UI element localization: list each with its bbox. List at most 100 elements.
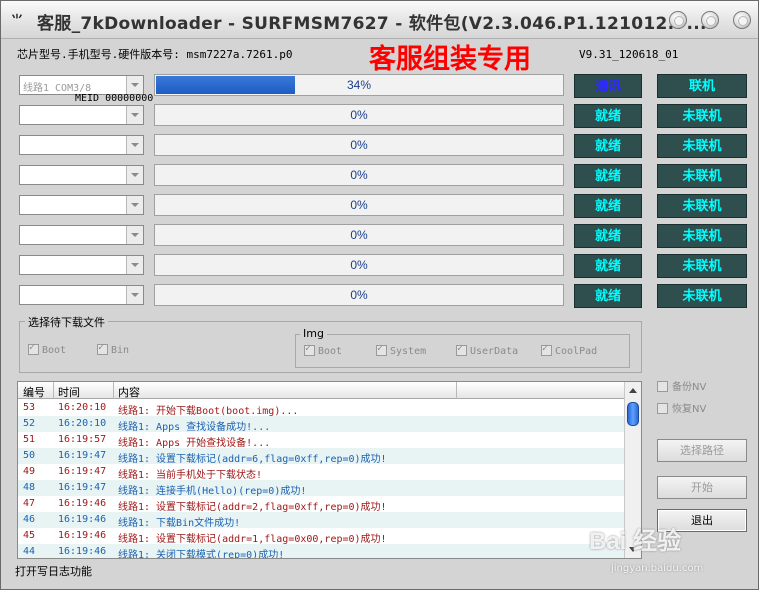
bin-checkbox-label: Bin	[111, 345, 130, 356]
status-button-6[interactable]: 就绪	[574, 224, 642, 248]
img-coolpad-label: CoolPad	[555, 346, 598, 357]
link-button-3[interactable]: 未联机	[657, 134, 747, 158]
link-button-4[interactable]: 未联机	[657, 164, 747, 188]
scroll-thumb[interactable]	[627, 402, 639, 426]
checkbox-icon	[97, 342, 108, 355]
status-button-3[interactable]: 就绪	[574, 134, 642, 158]
img-userdata-checkbox[interactable]: UserData	[456, 343, 518, 357]
log-row[interactable]: 46 16:19:46 线路1: 下载Bin文件成功!	[18, 512, 625, 529]
log-header: 编号 时间 内容	[18, 382, 625, 399]
log-row[interactable]: 53 16:20:10 线路1: 开始下载Boot(boot.img)...	[18, 400, 625, 417]
progress-percent: 0%	[350, 288, 368, 302]
status-button-2[interactable]: 就绪	[574, 104, 642, 128]
log-num: 50	[23, 450, 36, 461]
chevron-down-icon[interactable]	[126, 136, 143, 154]
log-time: 16:19:57	[58, 434, 107, 445]
port-select-7[interactable]	[19, 255, 144, 275]
status-button-4[interactable]: 就绪	[574, 164, 642, 188]
log-row[interactable]: 48 16:19:47 线路1: 连接手机(Hello)(rep=0)成功!	[18, 480, 625, 497]
log-num: 53	[23, 402, 36, 413]
checkbox-icon	[657, 403, 668, 414]
log-time: 16:20:10	[58, 402, 107, 413]
app-logo-icon: ⺌	[10, 13, 23, 27]
restore-nv-checkbox[interactable]: 恢复NV	[657, 400, 706, 415]
port-select-6[interactable]	[19, 225, 144, 245]
chevron-down-icon[interactable]	[126, 166, 143, 184]
status-button-5[interactable]: 就绪	[574, 194, 642, 218]
title-bar: ⺌ 客服_7kDownloader - SURFMSM7627 - 软件包(V2…	[1, 1, 758, 39]
log-row[interactable]: 51 16:19:57 线路1: Apps 开始查找设备!...	[18, 432, 625, 449]
link-button-5[interactable]: 未联机	[657, 194, 747, 218]
chevron-down-icon[interactable]	[126, 196, 143, 214]
log-row[interactable]: 50 16:19:47 线路1: 设置下载标记(addr=6,flag=0xff,r…	[18, 448, 625, 465]
port-select-4[interactable]	[19, 165, 144, 185]
bin-checkbox[interactable]: Bin	[97, 342, 130, 356]
log-row[interactable]: 49 16:19:47 线路1: 当前手机处于下载状态!	[18, 464, 625, 481]
version-label: V9.31_120618_01	[579, 48, 679, 61]
status-button-1[interactable]: 通讯	[574, 74, 642, 98]
port-select-value: 线路1 COM3/8	[23, 83, 92, 94]
log-content: 线路1: 关闭下载模式(rep=0)成功!	[118, 550, 285, 559]
log-content: 线路1: 下载Bin文件成功!	[118, 518, 241, 529]
log-time: 16:19:46	[58, 546, 107, 557]
start-button[interactable]: 开始	[657, 476, 747, 499]
log-list[interactable]: 编号 时间 内容 53 16:20:10 线路1: 开始下载Boot(boot.im…	[17, 381, 642, 559]
img-boot-checkbox[interactable]: Boot	[304, 343, 342, 357]
log-num: 47	[23, 498, 36, 509]
link-button-7[interactable]: 未联机	[657, 254, 747, 278]
chevron-down-icon[interactable]	[126, 76, 143, 94]
log-num: 44	[23, 546, 36, 557]
scroll-up-icon[interactable]	[629, 388, 637, 393]
meid-label: MEID 00000000	[75, 93, 154, 104]
log-header-num[interactable]: 编号	[23, 384, 45, 400]
progress-bar-2: 0%	[154, 104, 564, 126]
img-system-checkbox[interactable]: System	[376, 343, 426, 357]
watermark-url: jingyan.baidu.com	[611, 563, 704, 574]
checkbox-icon	[657, 381, 668, 392]
log-content: 线路1: 当前手机处于下载状态!	[118, 470, 263, 481]
chevron-down-icon[interactable]	[126, 226, 143, 244]
app-window: ⺌ 客服_7kDownloader - SURFMSM7627 - 软件包(V2…	[0, 0, 759, 590]
log-row[interactable]: 52 16:20:10 线路1: Apps 查找设备成功!...	[18, 416, 625, 433]
log-row[interactable]: 47 16:19:46 线路1: 设置下载标记(addr=2,flag=0xff,r…	[18, 496, 625, 513]
log-header-time[interactable]: 时间	[58, 384, 80, 400]
close-button[interactable]	[733, 11, 751, 29]
checkbox-icon	[376, 343, 387, 356]
progress-bar-5: 0%	[154, 194, 564, 216]
checkbox-icon	[28, 342, 39, 355]
status-button-8[interactable]: 就绪	[574, 284, 642, 308]
port-select-5[interactable]	[19, 195, 144, 215]
backup-nv-checkbox[interactable]: 备份NV	[657, 378, 706, 393]
status-bar-text: 打开写日志功能	[15, 565, 92, 578]
port-select-2[interactable]	[19, 105, 144, 125]
select-path-button[interactable]: 选择路径	[657, 439, 747, 462]
link-button-6[interactable]: 未联机	[657, 224, 747, 248]
status-button-7[interactable]: 就绪	[574, 254, 642, 278]
column-separator	[456, 382, 457, 399]
log-header-content[interactable]: 内容	[118, 384, 140, 400]
log-content: 线路1: 设置下载标记(addr=6,flag=0xff,rep=0)成功!	[118, 454, 387, 465]
log-num: 45	[23, 530, 36, 541]
progress-percent: 0%	[350, 138, 368, 152]
port-select-1[interactable]: 线路1 COM3/8	[19, 75, 144, 95]
chevron-down-icon[interactable]	[126, 256, 143, 274]
log-time: 16:19:47	[58, 466, 107, 477]
watermark-logo: Bai 经验	[589, 528, 682, 555]
img-coolpad-checkbox[interactable]: CoolPad	[541, 343, 598, 357]
log-row[interactable]: 44 16:19:46 线路1: 关闭下载模式(rep=0)成功!	[18, 544, 625, 559]
port-select-8[interactable]	[19, 285, 144, 305]
progress-percent: 34%	[346, 78, 372, 92]
chevron-down-icon[interactable]	[126, 106, 143, 124]
port-select-3[interactable]	[19, 135, 144, 155]
link-button-1[interactable]: 联机	[657, 74, 747, 98]
chevron-down-icon[interactable]	[126, 286, 143, 304]
link-button-2[interactable]: 未联机	[657, 104, 747, 128]
boot-checkbox[interactable]: Boot	[28, 342, 66, 356]
minimize-button[interactable]	[669, 11, 687, 29]
maximize-button[interactable]	[701, 11, 719, 29]
log-num: 51	[23, 434, 36, 445]
log-time: 16:19:47	[58, 450, 107, 461]
log-time: 16:19:46	[58, 530, 107, 541]
log-row[interactable]: 45 16:19:46 线路1: 设置下载标记(addr=1,flag=0x00,r…	[18, 528, 625, 545]
link-button-8[interactable]: 未联机	[657, 284, 747, 308]
